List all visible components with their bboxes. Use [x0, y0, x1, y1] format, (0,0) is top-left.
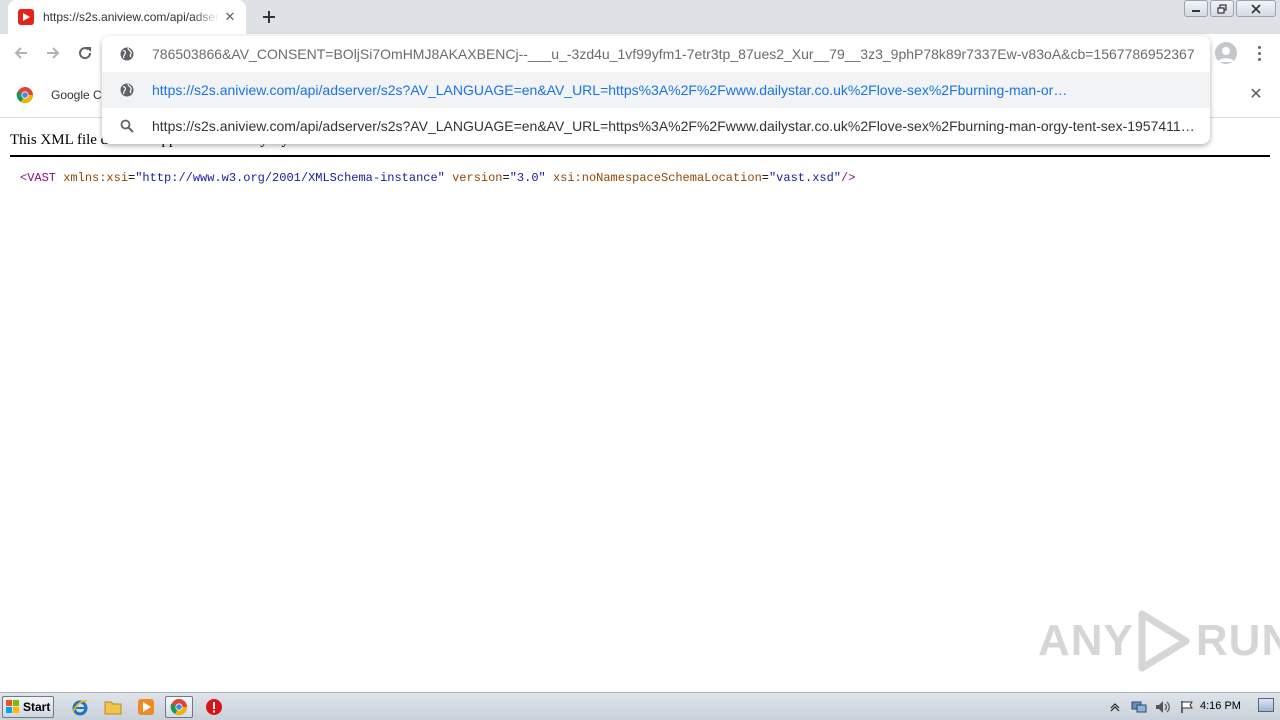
search-icon — [119, 118, 135, 134]
xml-vast-element: <VAST xmlns:xsi="http://www.w3.org/2001/… — [20, 171, 855, 185]
start-label: Start — [23, 700, 51, 714]
suggestion-text: https://s2s.aniview.com/api/adserver/s2s… — [152, 82, 1068, 98]
chrome-taskbar-button[interactable] — [165, 696, 193, 718]
omnibox-dropdown: 786503866&AV_CONSENT=BOljSi7OmHMJ8AKAXBE… — [102, 36, 1210, 144]
plus-icon — [263, 11, 275, 23]
globe-icon — [119, 82, 135, 98]
address-input-text: 786503866&AV_CONSENT=BOljSi7OmHMJ8AKAXBE… — [152, 46, 1195, 62]
show-hidden-icons-icon[interactable] — [1105, 697, 1125, 717]
reload-icon — [79, 47, 92, 60]
restore-icon — [1217, 3, 1227, 14]
close-window-button[interactable] — [1236, 0, 1276, 17]
action-center-flag-icon[interactable] — [1177, 697, 1197, 717]
chrome-menu-button[interactable] — [1249, 42, 1269, 64]
file-explorer-taskbar-button[interactable] — [99, 696, 127, 718]
windows-taskbar: Start 4:16 PM — [0, 692, 1280, 720]
page-content: This XML file does not appear to have an… — [0, 118, 1280, 690]
xml-attr-name: xsi:noNamespaceSchemaLocation — [552, 171, 762, 185]
xml-attr-value: "http://www.w3.org/2001/XMLSchema-instan… — [135, 171, 445, 185]
play-triangle-icon — [1138, 610, 1190, 672]
globe-icon — [119, 46, 135, 62]
divider — [10, 155, 1270, 157]
forward-button[interactable] — [42, 42, 64, 64]
back-arrow-icon — [14, 47, 27, 59]
suggestion-text: https://s2s.aniview.com/api/adserver/s2s… — [152, 118, 1202, 134]
internet-explorer-icon — [72, 699, 88, 716]
browser-tab[interactable]: https://s2s.aniview.com/api/adserver/s2s… — [8, 0, 246, 34]
watermark-right: RUN — [1195, 616, 1280, 665]
anyrun-watermark: ANY RUN — [1038, 610, 1280, 672]
start-button[interactable]: Start — [2, 696, 54, 718]
xml-attr-value: "3.0" — [509, 171, 546, 185]
new-tab-button[interactable] — [258, 6, 280, 28]
omnibox-suggestion-search[interactable]: https://s2s.aniview.com/api/adserver/s2s… — [102, 108, 1210, 144]
close-icon — [1251, 3, 1261, 14]
profile-avatar[interactable] — [1215, 42, 1237, 64]
network-icon[interactable] — [1129, 697, 1149, 717]
back-button[interactable] — [10, 42, 32, 64]
tab-strip: https://s2s.aniview.com/api/adserver/s2s… — [0, 0, 1280, 34]
xml-equals: = — [502, 171, 510, 185]
xml-attr-name: version — [452, 171, 503, 185]
omnibox-suggestion-url[interactable]: https://s2s.aniview.com/api/adserver/s2s… — [102, 72, 1210, 108]
xml-bracket: /> — [841, 171, 856, 185]
window-controls — [1182, 0, 1276, 18]
tab-close-icon[interactable]: ✕ — [222, 9, 238, 25]
stop-taskbar-button[interactable] — [200, 696, 228, 718]
xml-attr-name: xmlns:xsi — [63, 171, 129, 185]
minimize-icon — [1192, 9, 1200, 12]
person-icon — [1218, 47, 1234, 62]
infobar-close-icon[interactable]: ✕ — [1248, 87, 1264, 103]
xml-equals: = — [761, 171, 769, 185]
media-player-icon — [138, 699, 154, 715]
folder-icon — [104, 701, 122, 715]
reload-button[interactable] — [74, 42, 96, 64]
tab-title: https://s2s.aniview.com/api/adserver/s2s… — [43, 10, 219, 24]
stop-icon — [206, 699, 222, 715]
chrome-logo-icon — [16, 87, 33, 103]
xml-attr-value: "vast.xsd" — [768, 171, 841, 185]
xml-tag-name: VAST — [27, 171, 57, 185]
forward-arrow-icon — [47, 47, 60, 59]
volume-icon[interactable] — [1153, 697, 1173, 717]
taskbar-clock[interactable]: 4:16 PM — [1200, 700, 1241, 712]
show-desktop-button[interactable] — [1258, 698, 1274, 712]
youtube-icon — [18, 9, 34, 25]
watermark-left: ANY — [1038, 616, 1134, 665]
minimize-button[interactable] — [1184, 0, 1208, 17]
address-bar[interactable]: 786503866&AV_CONSENT=BOljSi7OmHMJ8AKAXBE… — [102, 36, 1210, 72]
windows-logo-icon — [6, 700, 19, 713]
media-player-taskbar-button[interactable] — [132, 696, 160, 718]
internet-explorer-taskbar-button[interactable] — [66, 696, 94, 718]
system-tray — [1105, 696, 1197, 718]
restore-button[interactable] — [1210, 0, 1234, 17]
chrome-logo-icon — [170, 699, 187, 715]
